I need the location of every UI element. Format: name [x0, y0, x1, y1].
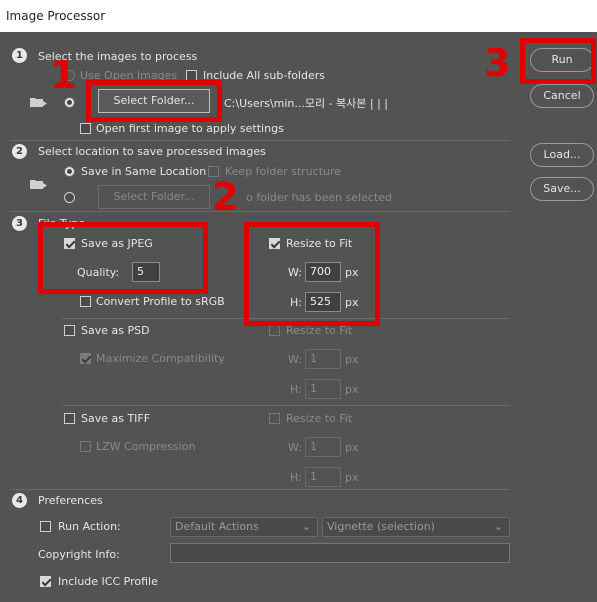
run-action-label: Run Action: [58, 520, 121, 533]
section-2-title: Select location to save processed images [38, 145, 266, 158]
load-button[interactable]: Load... [530, 143, 594, 167]
psd-width-label: W: [288, 353, 302, 366]
action-value: Vignette (selection) [327, 520, 435, 533]
psd-resize-checkbox[interactable] [269, 325, 280, 336]
psd-height-label: H: [290, 383, 302, 396]
save-as-tiff-checkbox[interactable] [64, 413, 75, 424]
maximize-compat-label: Maximize Compatibility [96, 352, 225, 365]
tiff-width-input[interactable]: 1 [305, 437, 341, 457]
save-same-location-label: Save in Same Location [81, 165, 207, 178]
step-1-badge: 1 [12, 48, 27, 63]
copyright-label: Copyright Info: [38, 548, 120, 561]
save-as-tiff-label: Save as TIFF [81, 412, 151, 425]
annotation-box-jpeg [38, 222, 208, 294]
chevron-down-icon: ⌄ [493, 520, 503, 533]
copyright-input[interactable] [170, 543, 510, 563]
annotation-number-2: 2 [212, 175, 239, 219]
tiff-width-label: W: [288, 441, 302, 454]
divider [10, 211, 510, 212]
run-action-checkbox[interactable] [40, 521, 51, 532]
include-icc-label: Include ICC Profile [58, 575, 158, 588]
tiff-height-input[interactable]: 1 [305, 467, 341, 487]
annotation-number-3: 3 [484, 41, 511, 85]
section-4-title: Preferences [38, 494, 103, 507]
psd-width-input[interactable]: 1 [305, 349, 341, 369]
window-title: Image Processor [6, 9, 106, 23]
annotation-number-1: 1 [50, 53, 77, 97]
select-destination-radio[interactable] [64, 192, 75, 203]
tiff-resize-label: Resize to Fit [286, 412, 353, 425]
open-first-image-label: Open first image to apply settings [96, 122, 284, 135]
select-folder-radio[interactable] [64, 97, 75, 108]
chevron-down-icon: ⌄ [301, 520, 311, 533]
annotation-box-run [520, 38, 596, 84]
convert-profile-checkbox[interactable] [80, 296, 91, 307]
action-select[interactable]: Vignette (selection) ⌄ [322, 517, 510, 537]
source-path: C:\Users\min...모리 - 복사본 | | | [224, 97, 389, 110]
maximize-compat-checkbox[interactable] [80, 353, 91, 364]
save-as-psd-checkbox[interactable] [64, 325, 75, 336]
save-as-psd-label: Save as PSD [81, 324, 150, 337]
action-set-select[interactable]: Default Actions ⌄ [170, 517, 318, 537]
psd-height-input[interactable]: 1 [305, 379, 341, 399]
save-same-location-radio[interactable] [64, 166, 75, 177]
step-4-badge: 4 [12, 493, 27, 508]
step-3-badge: 3 [12, 216, 27, 231]
lzw-compression-checkbox[interactable] [80, 441, 91, 452]
divider [10, 489, 510, 490]
folder-arrow-icon [30, 98, 47, 107]
select-destination-folder-button[interactable]: Select Folder... [98, 185, 210, 209]
title-bar: Image Processor [0, 0, 597, 32]
tiff-resize-checkbox[interactable] [269, 413, 280, 424]
tiff-height-unit: px [345, 471, 359, 484]
folder-arrow-icon [30, 180, 47, 189]
psd-height-unit: px [345, 383, 359, 396]
psd-width-unit: px [345, 353, 359, 366]
save-button[interactable]: Save... [530, 177, 594, 201]
open-first-image-checkbox[interactable] [80, 123, 91, 134]
cancel-button[interactable]: Cancel [530, 84, 594, 108]
divider [62, 405, 510, 406]
include-icc-checkbox[interactable] [40, 576, 51, 587]
divider [10, 140, 510, 141]
no-folder-selected-text: o folder has been selected [246, 191, 393, 204]
lzw-compression-label: LZW Compression [96, 440, 196, 453]
action-set-value: Default Actions [175, 520, 259, 533]
step-2-badge: 2 [12, 144, 27, 159]
annotation-box-select-folder [86, 80, 222, 122]
annotation-box-resize [244, 222, 380, 326]
tiff-height-label: H: [290, 471, 302, 484]
convert-profile-label: Convert Profile to sRGB [96, 295, 225, 308]
tiff-width-unit: px [345, 441, 359, 454]
keep-folder-structure-label: Keep folder structure [225, 165, 342, 178]
